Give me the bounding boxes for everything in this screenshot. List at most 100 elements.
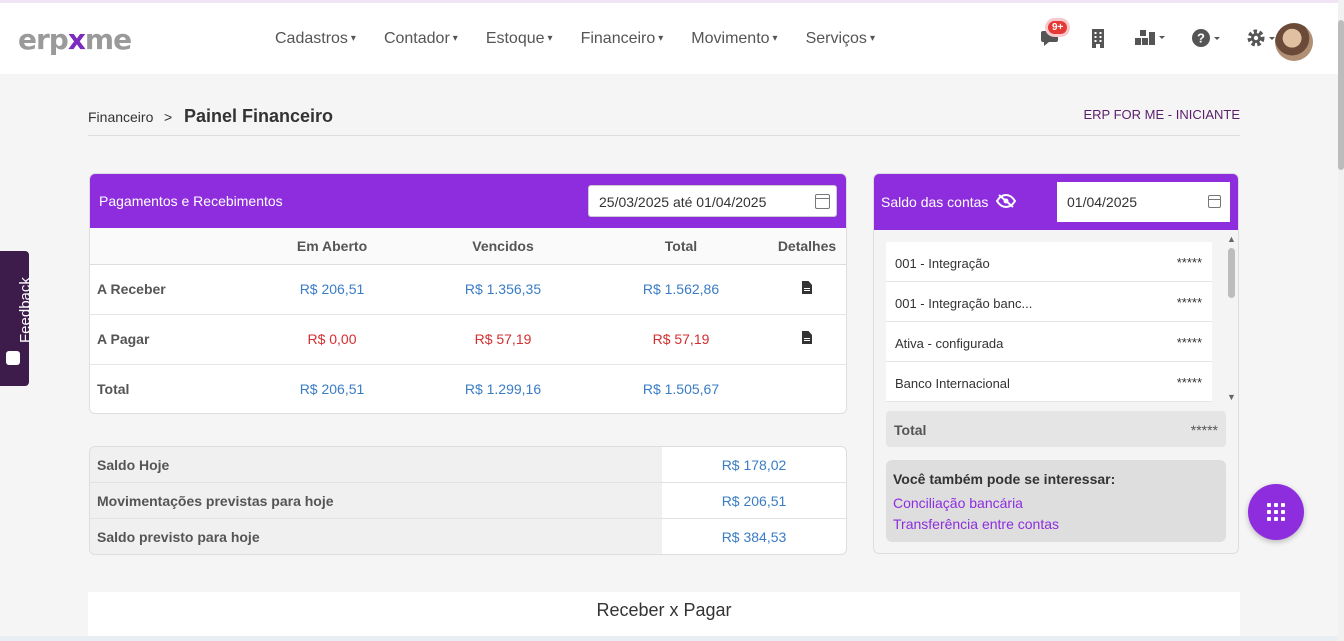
list-item[interactable]: 001 - Integração *****	[886, 242, 1212, 282]
bottom-strip	[0, 636, 1338, 641]
suggestions-title: Você também pode se interessar:	[893, 471, 1116, 487]
breadcrumb-parent[interactable]: Financeiro	[88, 109, 153, 125]
table-row: Movimentações previstas para hoje R$ 206…	[90, 483, 846, 519]
erpforme-logo[interactable]: erpxme	[18, 23, 132, 56]
daily-balance-card: Saldo Hoje R$ 178,02 Movimentações previ…	[89, 446, 847, 555]
cell-em-aberto[interactable]: R$ 206,51	[252, 264, 412, 315]
nav-financeiro[interactable]: Financeiro ▾	[581, 30, 664, 48]
list-item[interactable]: Ativa - configurada *****	[886, 322, 1212, 362]
row-value: R$ 384,53	[721, 529, 787, 545]
modules-icon[interactable]	[1134, 27, 1168, 53]
cell-total[interactable]: R$ 57,19	[594, 314, 768, 365]
row-label: Movimentações previstas para hoje	[90, 483, 662, 518]
chevron-down-icon: ▾	[772, 33, 778, 44]
nav-servicos[interactable]: Serviços ▾	[806, 30, 875, 48]
table-row-total: Total R$ 206,51 R$ 1.299,16 R$ 1.505,67	[90, 364, 846, 413]
page-title: Painel Financeiro	[184, 106, 334, 126]
link-transferencia-contas[interactable]: Transferência entre contas	[893, 516, 1059, 532]
date-range-value: 25/03/2025 até 01/04/2025	[599, 194, 767, 210]
document-details-icon[interactable]	[802, 331, 812, 344]
user-avatar[interactable]	[1275, 23, 1313, 61]
column-header-detalhes: Detalhes	[768, 228, 846, 265]
scroll-up-icon[interactable]: ▲	[1227, 234, 1236, 244]
cell-total[interactable]: R$ 1.562,86	[594, 264, 768, 315]
cell-em-aberto: R$ 206,51	[299, 381, 365, 398]
details-cell	[768, 364, 846, 413]
main-nav: Cadastros ▾ Contador ▾ Estoque ▾ Financeiro…	[275, 30, 903, 48]
header-tools: 9+ ?	[1040, 21, 1301, 53]
feedback-tab[interactable]: Feedback	[0, 251, 34, 386]
cell-total: R$ 1.505,67	[642, 381, 720, 398]
company-building-icon[interactable]	[1087, 27, 1111, 53]
cell-vencidos[interactable]: R$ 1.356,35	[412, 264, 594, 315]
chevron-down-icon: ▾	[452, 33, 458, 44]
accounts-total: Total *****	[886, 411, 1226, 447]
table-row: Saldo Hoje R$ 178,02	[90, 447, 846, 483]
total-label: Total	[894, 422, 927, 438]
table-row-a-pagar: A Pagar R$ 0,00 R$ 57,19 R$ 57,19	[90, 314, 846, 365]
chart-section-title: Receber x Pagar	[596, 600, 732, 620]
chevron-down-icon: ▾	[547, 33, 553, 44]
payments-card-title: Pagamentos e Recebimentos	[99, 193, 283, 209]
account-balances-title: Saldo das contas	[881, 194, 989, 210]
suggestions-box: Você também pode se interessar: Concilia…	[886, 460, 1226, 542]
table-row: Saldo previsto para hoje R$ 384,53	[90, 519, 846, 554]
row-value: R$ 206,51	[721, 493, 787, 509]
table-row-a-receber: A Receber R$ 206,51 R$ 1.356,35 R$ 1.562…	[90, 264, 846, 315]
chevron-down-icon: ▾	[658, 33, 664, 44]
breadcrumb: Financeiro > Painel Financeiro ERP FOR M…	[88, 106, 1240, 136]
list-item[interactable]: Banco Internacional *****	[886, 362, 1212, 402]
payments-card-header: Pagamentos e Recebimentos 25/03/2025 até…	[90, 174, 846, 228]
chevron-down-icon: ▾	[350, 33, 356, 44]
document-details-icon[interactable]	[802, 281, 812, 294]
top-bar: erpxme Cadastros ▾ Contador ▾ Estoque ▾ Fin…	[0, 0, 1338, 74]
notification-badge: 9+	[1048, 21, 1068, 34]
calendar-icon[interactable]	[1208, 195, 1221, 208]
cell-em-aberto[interactable]: R$ 0,00	[252, 314, 412, 365]
calendar-icon[interactable]	[815, 194, 830, 209]
page-scrollbar[interactable]	[1338, 0, 1344, 641]
plan-label: ERP FOR ME - INICIANTE	[1083, 107, 1241, 122]
column-header-vencidos: Vencidos	[412, 228, 594, 265]
nav-movimento[interactable]: Movimento ▾	[691, 30, 777, 48]
feedback-label: Feedback	[17, 277, 34, 343]
nav-contador[interactable]: Contador ▾	[384, 30, 458, 48]
list-item[interactable]: 001 - Integração banc... *****	[886, 282, 1212, 322]
balance-date-input[interactable]: 01/04/2025	[1057, 182, 1230, 222]
table-header-row: Em Aberto Vencidos Total Detalhes	[90, 228, 846, 265]
nav-cadastros[interactable]: Cadastros ▾	[275, 30, 356, 48]
scroll-down-icon[interactable]: ▼	[1227, 392, 1236, 402]
link-conciliacao-bancaria[interactable]: Conciliação bancária	[893, 495, 1023, 511]
row-label: Saldo Hoje	[90, 447, 662, 482]
row-label: A Pagar	[90, 314, 252, 365]
column-header-total: Total	[594, 228, 768, 265]
apps-grid-icon	[1267, 503, 1285, 521]
chevron-down-icon: ▾	[869, 33, 875, 44]
scroll-thumb[interactable]	[1228, 248, 1235, 298]
svg-text:?: ?	[1197, 31, 1205, 46]
row-value: R$ 178,02	[721, 457, 787, 473]
date-range-input[interactable]: 25/03/2025 até 01/04/2025	[588, 185, 837, 217]
settings-gear-icon[interactable]	[1246, 27, 1278, 53]
eye-slash-icon[interactable]	[996, 194, 1016, 208]
page-scroll-thumb[interactable]	[1338, 20, 1344, 170]
feedback-smile-icon	[6, 351, 20, 365]
payments-table: Em Aberto Vencidos Total Detalhes A Rece…	[90, 228, 846, 413]
column-header-label	[90, 228, 252, 265]
details-cell	[768, 314, 846, 365]
breadcrumb-separator: >	[164, 109, 173, 125]
help-icon[interactable]: ?	[1191, 27, 1223, 53]
nav-estoque[interactable]: Estoque ▾	[486, 30, 553, 48]
notifications-icon[interactable]: 9+	[1040, 21, 1068, 53]
cell-vencidos: R$ 1.299,16	[464, 381, 542, 398]
cell-vencidos[interactable]: R$ 57,19	[412, 314, 594, 365]
account-balances-header: Saldo das contas 01/04/2025	[874, 174, 1238, 230]
balance-date-value: 01/04/2025	[1067, 194, 1138, 210]
account-balances-card: Saldo das contas 01/04/2025 001 - Integr…	[873, 173, 1239, 554]
account-list-scrollbar[interactable]: ▲ ▼	[1225, 232, 1237, 402]
total-value: *****	[1190, 422, 1218, 438]
account-list: 001 - Integração ***** 001 - Integração b…	[886, 242, 1212, 402]
row-label: A Receber	[90, 264, 252, 315]
apps-menu-button[interactable]	[1248, 484, 1304, 540]
receive-vs-pay-chart-card: Receber x Pagar	[88, 592, 1240, 636]
